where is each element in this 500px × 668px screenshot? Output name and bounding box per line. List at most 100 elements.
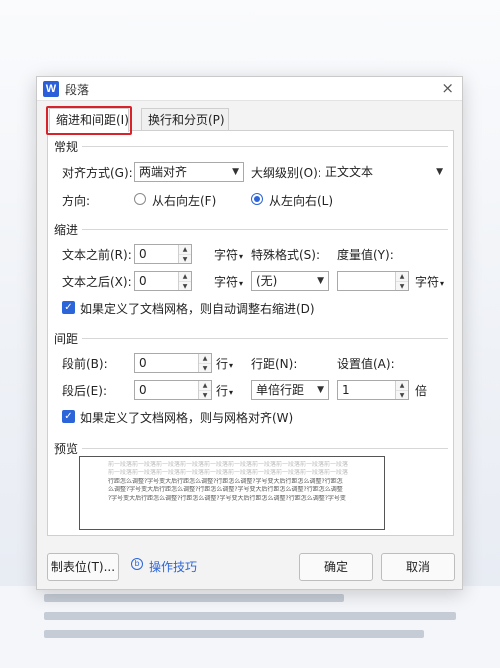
indent-before-spinner[interactable]: 0 ▲ ▼ [134,244,192,264]
space-after-label: 段后(E): [62,384,107,398]
spin-down-icon[interactable]: ▼ [396,281,408,290]
caret-down-icon: ▾ [440,279,445,288]
spin-up-icon[interactable]: ▲ [396,381,408,390]
indent-before-value: 0 [139,247,147,261]
dialog-titlebar: W 段落 × [37,77,462,101]
spinner-buttons: ▲ ▼ [395,272,408,290]
preview-line: 么调整?字号变大后行距怎么调整?行距怎么调整?字号变大后行距怎么调整?行距怎么调… [108,486,343,494]
background-text-line [44,612,456,620]
section-divider [82,338,448,339]
section-preview-title: 预览 [54,442,79,456]
caret-down-icon: ▾ [239,252,244,261]
caret-down-icon: ▾ [239,279,244,288]
tips-link-label: 操作技巧 [149,560,198,574]
spinner-buttons: ▲ ▼ [178,272,191,290]
spin-up-icon[interactable]: ▲ [199,354,211,363]
spin-down-icon[interactable]: ▼ [179,281,191,290]
rtl-label: 从右向左(F) [152,194,217,208]
tab-line-page-breaks[interactable]: 换行和分页(P) [141,108,229,130]
chevron-down-icon: ▼ [232,167,239,177]
space-after-spinner[interactable]: 0 ▲ ▼ [134,380,212,400]
alignment-label: 对齐方式(G): [62,166,133,180]
chevron-down-icon: ▼ [317,385,324,395]
spin-up-icon[interactable]: ▲ [199,381,211,390]
spin-up-icon[interactable]: ▲ [179,245,191,254]
indent-before-label: 文本之前(R): [62,248,132,262]
indent-after-value: 0 [139,274,147,288]
space-before-spinner[interactable]: 0 ▲ ▼ [134,353,212,373]
section-spacing-title: 间距 [54,332,79,346]
measure-spinner[interactable]: ▲ ▼ [337,271,409,291]
outline-level-value: 正文文本 [325,165,374,179]
indent-before-unit-select[interactable]: 字符▾ [214,246,243,263]
alignment-select[interactable]: 两端对齐 ▼ [134,162,244,182]
preview-line: 前一段落前一段落前一段落前一段落前一段落前一段落前一段落前一段落前一段落前一段落 [108,461,349,468]
spinner-buttons: ▲ ▼ [178,245,191,263]
setting-unit: 倍 [415,384,428,398]
spacing-grid-checkbox[interactable]: ✓ [62,410,75,423]
rtl-radio[interactable] [134,193,146,205]
indent-after-unit-select[interactable]: 字符▾ [214,273,243,290]
close-icon[interactable]: × [441,79,454,97]
space-after-unit: 行 [216,384,229,398]
spinner-buttons: ▲ ▼ [395,381,408,399]
spin-down-icon[interactable]: ▼ [396,390,408,399]
space-before-label: 段前(B): [62,357,108,371]
spinner-buttons: ▲ ▼ [198,381,211,399]
tab-indent-spacing[interactable]: 缩进和间距(I) [49,108,129,132]
indent-after-label: 文本之后(X): [62,275,132,289]
ok-button[interactable]: 确定 [299,553,373,581]
indent-before-unit: 字符 [214,248,239,262]
spacing-grid-checkbox-label: 如果定义了文档网格，则与网格对齐(W) [80,411,294,425]
caret-down-icon: ▾ [229,361,234,370]
indent-grid-checkbox-label: 如果定义了文档网格，则自动调整右缩进(D) [80,302,315,316]
ltr-label: 从左向右(L) [269,194,334,208]
background-text-line [44,594,344,602]
tips-link[interactable]: b 操作技巧 [131,558,198,575]
space-after-unit-select[interactable]: 行▾ [216,382,233,399]
line-spacing-select[interactable]: 单倍行距 ▼ [251,380,329,400]
special-format-select[interactable]: (无) ▼ [251,271,329,291]
space-before-unit-select[interactable]: 行▾ [216,355,233,372]
caret-down-icon: ▾ [229,388,234,397]
section-divider [82,146,448,147]
outline-level-label: 大纲级别(O): [251,166,322,180]
dialog-title: 段落 [65,83,90,97]
spin-down-icon[interactable]: ▼ [179,254,191,263]
spinner-buttons: ▲ ▼ [198,354,211,372]
spin-down-icon[interactable]: ▼ [199,390,211,399]
special-format-value: (无) [256,274,278,288]
line-spacing-label: 行距(N): [251,357,298,371]
section-divider [82,448,448,449]
paragraph-preview: 前一段落前一段落前一段落前一段落前一段落前一段落前一段落前一段落前一段落前一段落… [79,456,385,530]
indent-grid-checkbox[interactable]: ✓ [62,301,75,314]
spin-down-icon[interactable]: ▼ [199,363,211,372]
spin-up-icon[interactable]: ▲ [396,272,408,281]
section-divider [82,229,448,230]
spin-up-icon[interactable]: ▲ [179,272,191,281]
tab-stops-button[interactable]: 制表位(T)... [47,553,119,581]
wps-writer-icon: W [43,81,59,97]
outline-level-select[interactable]: 正文文本 ▼ [320,162,448,182]
indent-after-spinner[interactable]: 0 ▲ ▼ [134,271,192,291]
space-before-value: 0 [139,356,147,370]
measure-unit-select[interactable]: 字符▾ [415,273,444,290]
special-format-label: 特殊格式(S): [251,248,321,262]
measure-unit: 字符 [415,275,440,289]
background-document [0,586,500,668]
direction-label: 方向: [62,194,91,208]
setting-value: 1 [342,383,350,397]
ltr-radio[interactable] [251,193,263,205]
chevron-down-icon: ▼ [436,167,443,177]
paragraph-dialog: W 段落 × 缩进和间距(I) 换行和分页(P) 常规 对齐方式(G): 两端对… [36,76,463,590]
alignment-value: 两端对齐 [139,165,188,179]
setting-value-spinner[interactable]: 1 ▲ ▼ [337,380,409,400]
line-spacing-value: 单倍行距 [256,383,305,397]
section-indent-title: 缩进 [54,223,79,237]
cancel-button[interactable]: 取消 [381,553,455,581]
space-after-value: 0 [139,383,147,397]
tips-icon: b [131,558,143,570]
preview-line: 行距怎么调整?字号变大后行距怎么调整?行距怎么调整?字号变大后行距怎么调整?行距… [108,477,343,485]
chevron-down-icon: ▼ [317,276,324,286]
measure-label: 度量值(Y): [337,248,394,262]
